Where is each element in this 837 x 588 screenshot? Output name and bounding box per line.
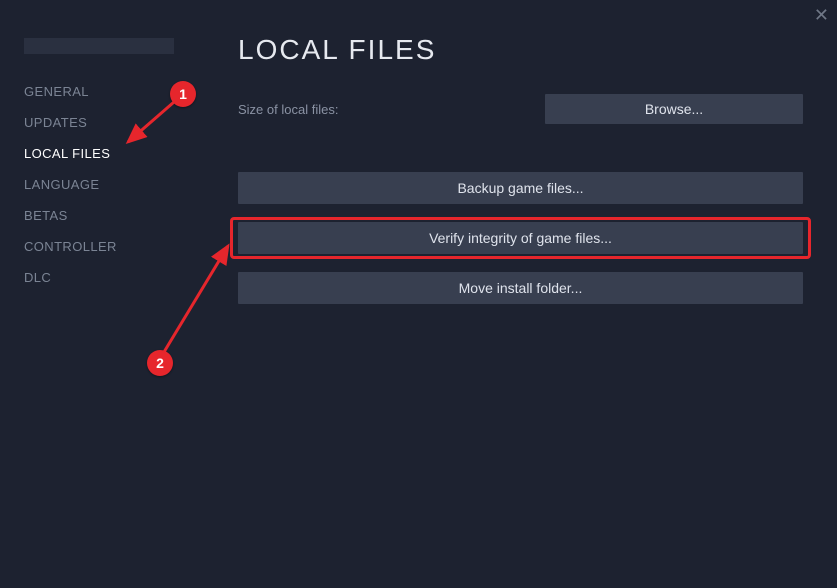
annotation-badge-2: 2 — [147, 350, 173, 376]
sidebar-item-dlc[interactable]: DLC — [24, 262, 210, 293]
verify-button-wrap: Verify integrity of game files... — [238, 222, 803, 254]
properties-window: ✕ GENERAL UPDATES LOCAL FILES LANGUAGE B… — [0, 0, 837, 588]
move-install-folder-button[interactable]: Move install folder... — [238, 272, 803, 304]
sidebar-item-language[interactable]: LANGUAGE — [24, 169, 210, 200]
backup-game-files-button[interactable]: Backup game files... — [238, 172, 803, 204]
page-title: LOCAL FILES — [238, 34, 803, 66]
size-row: Size of local files: Browse... — [238, 94, 803, 124]
main-panel: LOCAL FILES Size of local files: Browse.… — [210, 0, 837, 588]
verify-integrity-button[interactable]: Verify integrity of game files... — [238, 222, 803, 254]
close-icon[interactable]: ✕ — [814, 6, 829, 24]
browse-button[interactable]: Browse... — [545, 94, 803, 124]
sidebar-item-controller[interactable]: CONTROLLER — [24, 231, 210, 262]
sidebar-item-betas[interactable]: BETAS — [24, 200, 210, 231]
sidebar-item-updates[interactable]: UPDATES — [24, 107, 210, 138]
annotation-badge-1: 1 — [170, 81, 196, 107]
size-of-local-files-label: Size of local files: — [238, 102, 338, 117]
sidebar-item-local-files[interactable]: LOCAL FILES — [24, 138, 210, 169]
game-title-placeholder — [24, 38, 174, 54]
